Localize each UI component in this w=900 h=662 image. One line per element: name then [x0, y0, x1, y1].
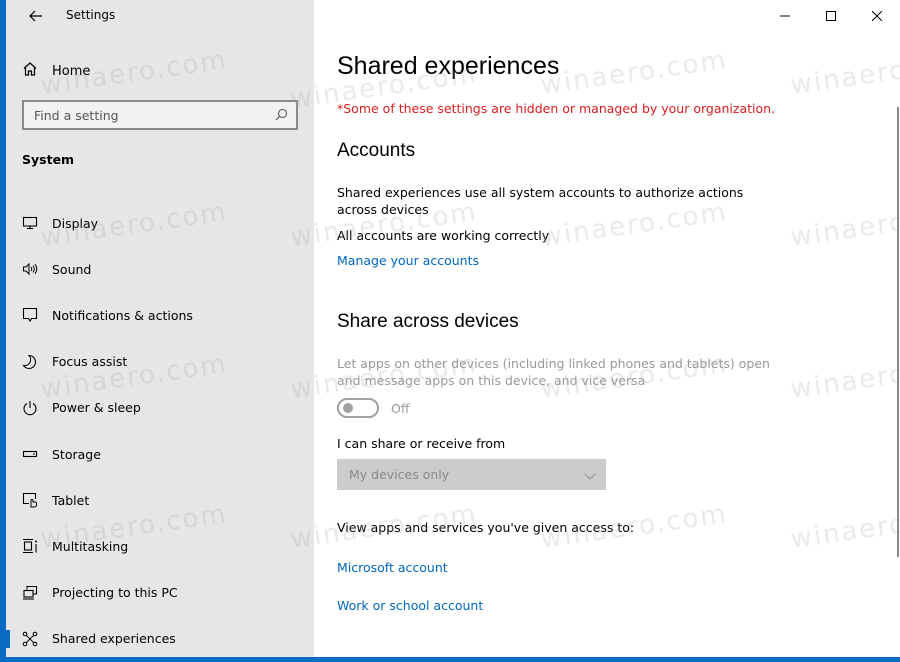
search-icon[interactable]: [275, 106, 288, 125]
projecting-icon: [22, 585, 38, 601]
sidebar-item-label: Focus assist: [52, 354, 128, 370]
share-across-devices-heading: Share across devices: [337, 311, 519, 332]
sidebar-item-display[interactable]: Display: [6, 200, 314, 246]
work-school-account-link[interactable]: Work or school account: [337, 598, 483, 613]
minimize-icon: [780, 6, 790, 25]
sidebar-item-home[interactable]: Home: [22, 60, 90, 82]
sidebar-item-label: Tablet: [52, 492, 90, 508]
minimize-button[interactable]: [762, 0, 808, 30]
sidebar-item-label: Storage: [52, 446, 101, 462]
storage-icon: [22, 446, 38, 462]
share-toggle-row: Off: [337, 398, 409, 418]
sidebar-item-sound[interactable]: Sound: [6, 246, 314, 292]
sidebar-item-shared-experiences[interactable]: Shared experiences: [6, 616, 314, 662]
app-title: Settings: [66, 8, 116, 22]
share-across-description: Let apps on other devices (including lin…: [337, 356, 770, 388]
search-input[interactable]: [34, 107, 275, 123]
share-from-label: I can share or receive from: [337, 436, 506, 451]
power-icon: [22, 400, 38, 416]
sidebar: Settings Home System Display Sound: [6, 0, 314, 657]
back-button[interactable]: [20, 4, 52, 28]
sidebar-item-notifications[interactable]: Notifications & actions: [6, 292, 314, 338]
page-title: Shared experiences: [337, 52, 560, 80]
sidebar-item-storage[interactable]: Storage: [6, 431, 314, 477]
microsoft-account-link[interactable]: Microsoft account: [337, 560, 448, 575]
toggle-knob: [343, 403, 353, 413]
toggle-state-label: Off: [391, 400, 410, 416]
accounts-description: Shared experiences use all system accoun…: [337, 185, 744, 217]
window-border-bottom: [0, 657, 900, 662]
sidebar-nav: Display Sound Notifications & actions Fo…: [6, 200, 314, 662]
share-across-toggle[interactable]: [337, 398, 379, 418]
org-managed-notice: *Some of these settings are hidden or ma…: [337, 101, 776, 116]
sidebar-item-focus-assist[interactable]: Focus assist: [6, 339, 314, 385]
main-panel: Shared experiences *Some of these settin…: [314, 0, 900, 657]
sidebar-item-power-sleep[interactable]: Power & sleep: [6, 385, 314, 431]
sidebar-item-label: Shared experiences: [52, 631, 176, 647]
sidebar-item-label: Power & sleep: [52, 400, 141, 416]
close-button[interactable]: [854, 0, 900, 30]
window-border-left: [0, 0, 6, 662]
moon-icon: [22, 354, 38, 370]
arrow-left-icon: [29, 7, 43, 26]
tablet-icon: [22, 492, 38, 508]
sidebar-item-label: Notifications & actions: [52, 307, 193, 323]
sidebar-item-label: Display: [52, 215, 99, 231]
access-label: View apps and services you've given acce…: [337, 520, 635, 535]
maximize-icon: [826, 6, 836, 25]
sidebar-item-label: Multitasking: [52, 538, 129, 554]
accounts-heading: Accounts: [337, 140, 416, 161]
sidebar-item-label: Sound: [52, 261, 92, 277]
close-icon: [871, 6, 883, 25]
sidebar-item-multitasking[interactable]: Multitasking: [6, 523, 314, 569]
monitor-icon: [22, 215, 38, 231]
manage-accounts-link[interactable]: Manage your accounts: [337, 253, 479, 268]
speaker-icon: [22, 261, 38, 277]
section-label-system: System: [22, 152, 75, 167]
multitasking-icon: [22, 538, 38, 554]
accounts-status: All accounts are working correctly: [337, 228, 550, 243]
share-from-dropdown[interactable]: My devices only: [337, 459, 606, 490]
shared-experiences-icon: [22, 631, 38, 647]
notification-icon: [22, 307, 38, 323]
maximize-button[interactable]: [808, 0, 854, 30]
chevron-down-icon: [584, 465, 596, 484]
search-box[interactable]: [22, 100, 298, 130]
home-icon: [22, 61, 38, 81]
scrollbar[interactable]: [897, 107, 899, 557]
dropdown-value: My devices only: [349, 467, 450, 482]
home-label: Home: [52, 63, 91, 79]
window-controls: [762, 0, 900, 30]
sidebar-item-label: Projecting to this PC: [52, 585, 178, 601]
sidebar-item-projecting[interactable]: Projecting to this PC: [6, 570, 314, 616]
sidebar-item-tablet[interactable]: Tablet: [6, 477, 314, 523]
